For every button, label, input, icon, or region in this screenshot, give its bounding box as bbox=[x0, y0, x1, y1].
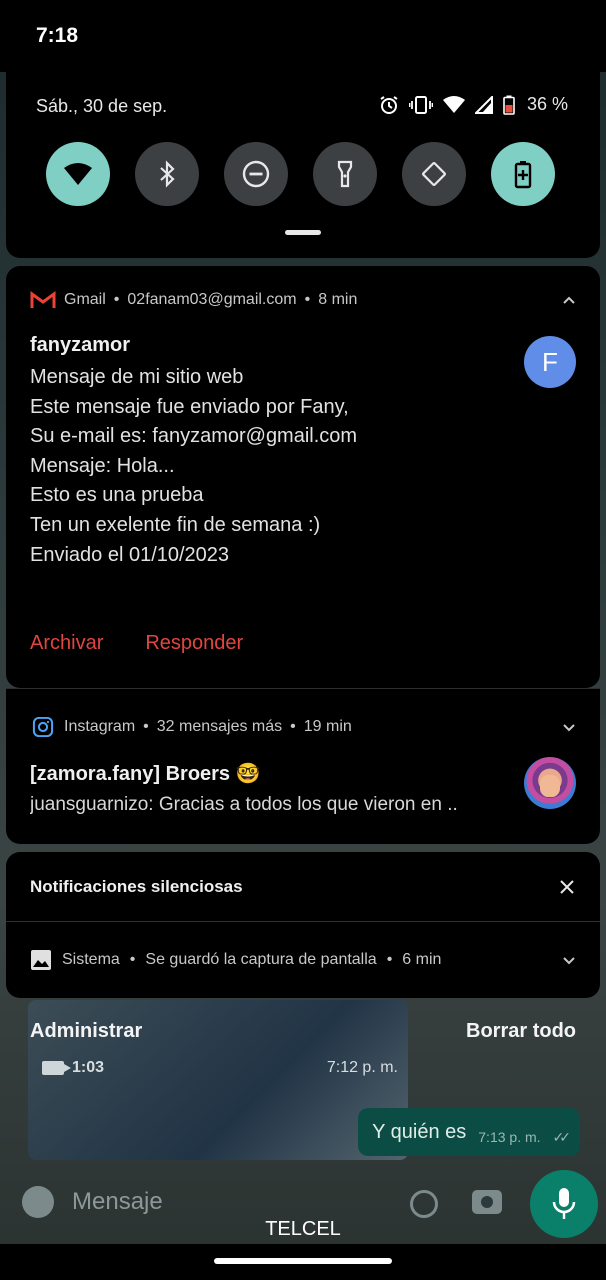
clear-all-button[interactable]: Borrar todo bbox=[466, 1020, 576, 1043]
flashlight-icon bbox=[337, 160, 353, 188]
read-ticks-icon: ✓✓ bbox=[552, 1128, 572, 1145]
gmail-line: Este mensaje fue enviado por Fany, bbox=[30, 395, 349, 418]
system-notification[interactable]: Sistema • Se guardó la captura de pantal… bbox=[6, 922, 600, 998]
system-text: Se guardó la captura de pantalla bbox=[145, 951, 377, 968]
emoji-icon bbox=[22, 1186, 54, 1218]
gmail-notification[interactable]: Gmail • 02fanam03@gmail.com • 8 min fany… bbox=[6, 266, 600, 688]
qs-tile-flashlight[interactable] bbox=[313, 142, 377, 206]
cell-signal-icon bbox=[474, 95, 493, 114]
battery-icon bbox=[503, 95, 515, 115]
qs-tile-auto-rotate[interactable] bbox=[402, 142, 466, 206]
system-time: 6 min bbox=[402, 951, 442, 968]
manage-button[interactable]: Administrar bbox=[30, 1020, 142, 1043]
qs-tile-do-not-disturb[interactable] bbox=[224, 142, 288, 206]
gmail-icon bbox=[30, 291, 56, 308]
gmail-app-name: Gmail bbox=[64, 291, 106, 308]
archive-button[interactable]: Archivar bbox=[30, 632, 103, 655]
notification-footer: Administrar Borrar todo bbox=[0, 1018, 606, 1048]
gmail-sender-avatar: F bbox=[524, 336, 576, 388]
bluetooth-icon bbox=[160, 160, 175, 188]
battery-percent: 36 % bbox=[526, 94, 568, 114]
reply-button[interactable]: Responder bbox=[145, 632, 243, 655]
gmail-line: Ten un exelente fin de semana :) bbox=[30, 513, 321, 536]
bubble-timestamp: 7:13 p. m. bbox=[478, 1129, 541, 1145]
gmail-time: 8 min bbox=[318, 291, 358, 308]
instagram-icon bbox=[32, 717, 54, 737]
gmail-line: Su e-mail es: fanyzamor@gmail.com bbox=[30, 425, 358, 448]
video-duration: 1:03 bbox=[72, 1059, 105, 1076]
instagram-body: juansguarnizo: Gracias a todos los que v… bbox=[30, 794, 458, 815]
qs-tile-bluetooth[interactable] bbox=[135, 142, 199, 206]
chat-message-bubble: Y quién es 7:13 p. m. ✓✓ bbox=[358, 1108, 580, 1156]
close-icon[interactable] bbox=[558, 878, 576, 896]
rotate-icon bbox=[422, 162, 446, 186]
instagram-app-name: Instagram bbox=[64, 718, 136, 735]
chevron-down-icon[interactable] bbox=[562, 720, 576, 734]
silent-header: Notificaciones silenciosas bbox=[6, 852, 600, 922]
battery-saver-icon bbox=[514, 161, 532, 189]
instagram-time: 19 min bbox=[303, 718, 352, 735]
gmail-line: Mensaje: Hola... bbox=[30, 454, 175, 477]
instagram-notification-header: Instagram • 32 mensajes más • 19 min bbox=[30, 717, 576, 737]
instagram-title: [zamora.fany] Broers 🤓 bbox=[30, 763, 261, 785]
gmail-account: 02fanam03@gmail.com bbox=[127, 291, 297, 308]
navigation-bar bbox=[0, 1244, 606, 1280]
system-status-icons: 36 % bbox=[379, 94, 568, 115]
do-not-disturb-icon bbox=[242, 160, 270, 188]
gmail-sender: fanyzamor bbox=[30, 334, 131, 356]
qs-tile-battery-saver[interactable] bbox=[491, 142, 555, 206]
bubble-text: Y quién es bbox=[372, 1120, 467, 1143]
qs-tile-wifi[interactable] bbox=[46, 142, 110, 206]
chevron-up-icon[interactable] bbox=[562, 293, 576, 307]
alarm-icon bbox=[380, 95, 398, 114]
qs-drag-handle[interactable] bbox=[285, 230, 321, 235]
gmail-line: Enviado el 01/10/2023 bbox=[30, 543, 230, 566]
message-input-placeholder: Mensaje bbox=[72, 1188, 163, 1215]
qs-tile-row bbox=[46, 142, 555, 206]
instagram-notification[interactable]: Instagram • 32 mensajes más • 19 min [za… bbox=[6, 688, 600, 844]
camera-icon bbox=[472, 1190, 502, 1214]
gmail-actions: Archivar Responder bbox=[30, 632, 243, 655]
video-camera-icon bbox=[42, 1061, 71, 1075]
gmail-message-body: Mensaje de mi sitio web Este mensaje fue… bbox=[30, 363, 576, 570]
instagram-avatar bbox=[524, 757, 576, 809]
gmail-notification-header: Gmail • 02fanam03@gmail.com • 8 min bbox=[30, 290, 576, 310]
home-gesture-handle[interactable] bbox=[214, 1258, 392, 1264]
video-timestamp: 7:12 p. m. bbox=[326, 1059, 398, 1076]
qs-date[interactable]: Sáb., 30 de sep. bbox=[36, 96, 167, 117]
instagram-count: 32 mensajes más bbox=[156, 718, 283, 735]
wifi-signal-icon bbox=[442, 95, 465, 113]
chevron-down-icon[interactable] bbox=[562, 953, 576, 967]
carrier-label: TELCEL bbox=[265, 1218, 341, 1240]
quick-settings-panel[interactable]: Sáb., 30 de sep. 36 % bbox=[6, 72, 600, 258]
microphone-icon bbox=[552, 1188, 576, 1219]
status-bar: 7:18 bbox=[0, 0, 606, 72]
system-app-name: Sistema bbox=[62, 951, 120, 968]
silent-title: Notificaciones silenciosas bbox=[30, 876, 243, 896]
status-clock: 7:18 bbox=[36, 24, 79, 47]
gmail-line: Esto es una prueba bbox=[30, 484, 204, 507]
image-icon bbox=[31, 950, 51, 970]
vibrate-icon bbox=[408, 95, 433, 114]
chat-video-meta: 1:03 7:12 p. m. bbox=[30, 1050, 410, 1086]
wifi-icon bbox=[64, 163, 92, 185]
silent-notifications: Notificaciones silenciosas Sistema • Se … bbox=[6, 852, 600, 998]
gmail-line: Mensaje de mi sitio web bbox=[30, 366, 244, 388]
